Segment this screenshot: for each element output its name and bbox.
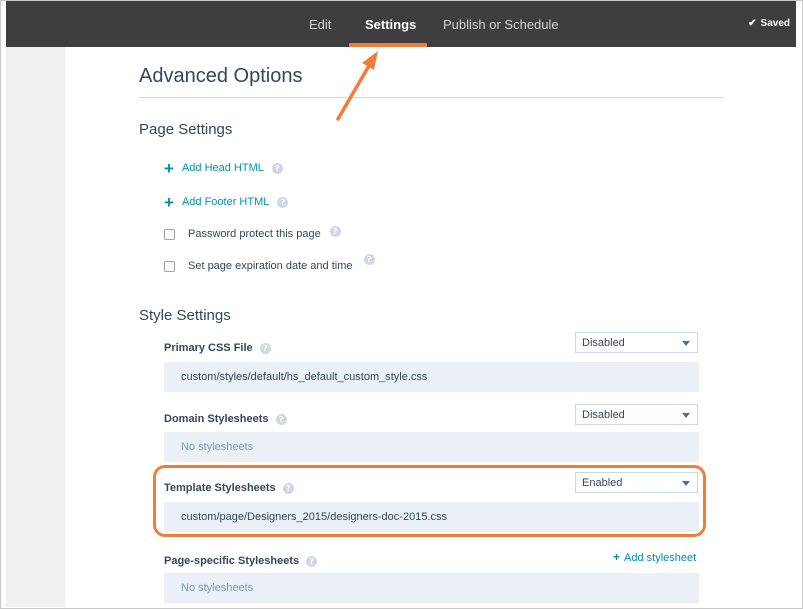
app-window: Edit Settings Publish or Schedule ✔ Saved…: [0, 0, 803, 609]
annotation-arrow-icon: [336, 51, 378, 121]
